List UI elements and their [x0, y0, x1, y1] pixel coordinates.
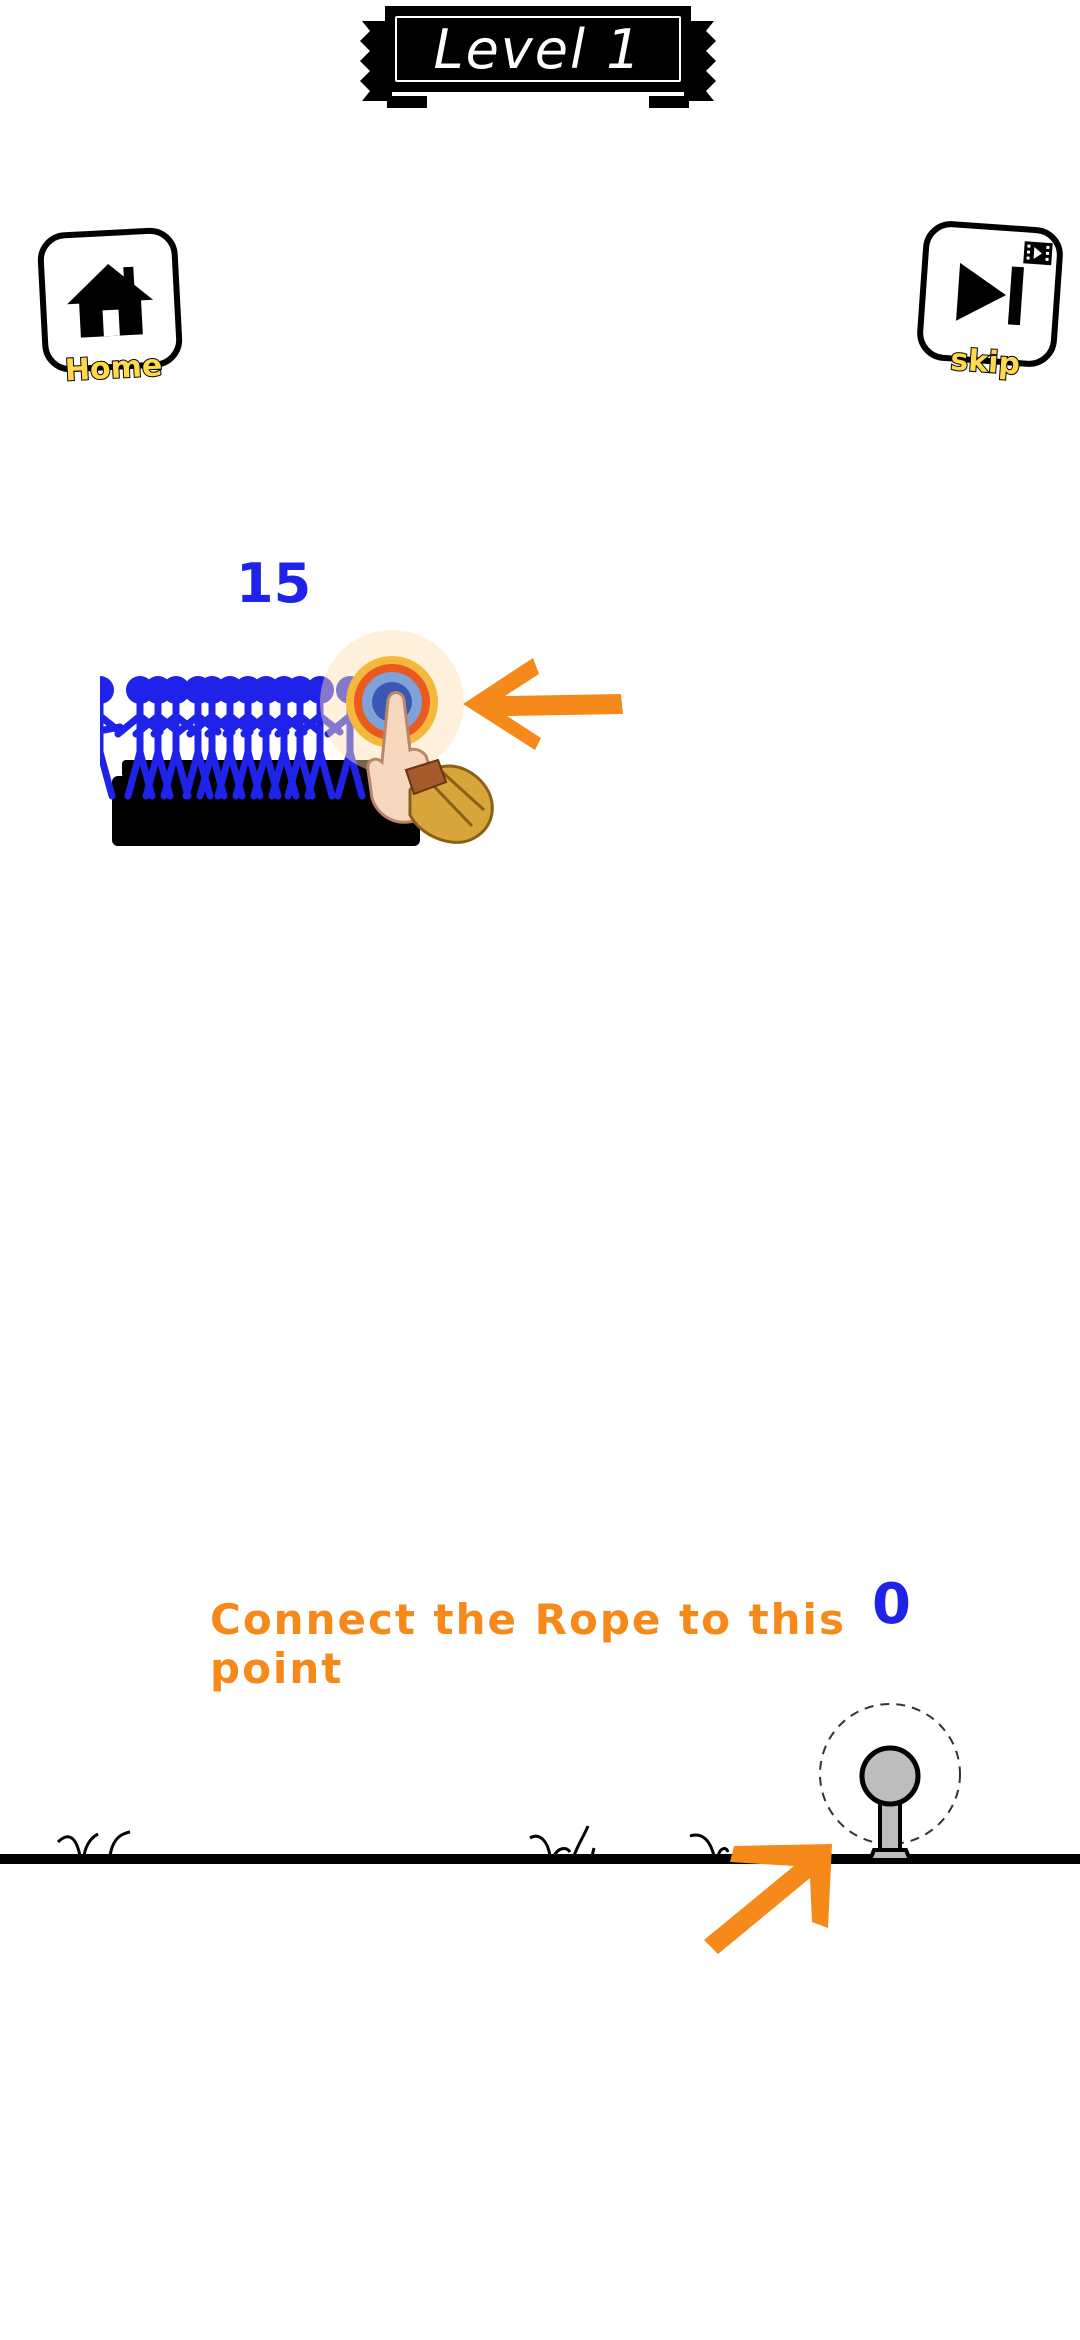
crowd-count: 15 — [236, 552, 312, 615]
instruction-text: Connect the Rope to this point — [210, 1595, 846, 1693]
skip-next-icon — [956, 262, 1024, 326]
grass-icon — [56, 1830, 131, 1857]
home-icon — [67, 264, 154, 338]
skip-label: skip — [948, 341, 1022, 383]
arrow-up-right-icon — [704, 1844, 832, 1954]
level-banner: Level 1 — [352, 6, 724, 108]
skip-button[interactable]: skip — [915, 219, 1065, 383]
level-title-box: Level 1 — [385, 6, 691, 92]
home-button[interactable]: Home — [36, 226, 184, 389]
video-ad-icon — [1023, 241, 1053, 266]
home-label: Home — [63, 347, 164, 389]
arrow-left-icon — [463, 658, 623, 750]
grass-icon — [529, 1825, 596, 1857]
level-title: Level 1 — [433, 17, 643, 81]
